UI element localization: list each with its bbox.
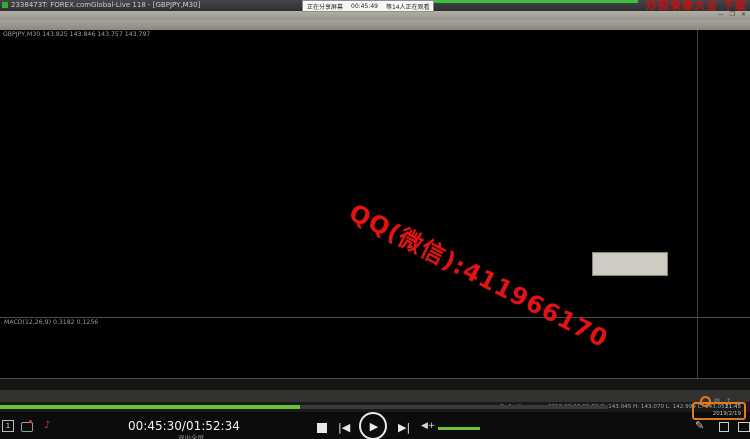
clock-date: 2019/2/19: [694, 411, 741, 418]
video-progress-bar[interactable]: [0, 405, 300, 409]
player-time: 00:45:30/01:52:34: [128, 419, 240, 433]
palette-colors[interactable]: [594, 264, 666, 274]
frame-tool-button[interactable]: [719, 422, 729, 432]
palette-tools[interactable]: [594, 254, 666, 264]
sharing-border-strip: [434, 0, 638, 3]
participant-badge[interactable]: 1: [2, 420, 14, 432]
price-axis: [697, 30, 750, 378]
chart-tab-bar: [0, 390, 750, 402]
taskbar-clock: 21:45 2019/2/19: [692, 402, 746, 420]
indicator-separator: [0, 317, 750, 318]
previous-button[interactable]: |◀: [338, 421, 350, 434]
macd-indicator-label: MACD(12,26,9) 0.3182 0.1256: [4, 319, 98, 326]
play-icon: ▶: [370, 420, 378, 433]
app-icon: [2, 2, 8, 8]
stop-button[interactable]: [317, 423, 327, 433]
exit-fullscreen-label[interactable]: 退出全屏: [178, 432, 204, 439]
chat-icon[interactable]: [21, 422, 33, 432]
volume-icon[interactable]: ◀+: [421, 421, 435, 431]
menu-bar: [0, 11, 750, 20]
muted-audio-icon[interactable]: ♪: [44, 420, 50, 431]
sharing-viewers: 等14人正在观看: [382, 2, 434, 11]
topright-watermark: 炒股录像大全 下载: [646, 0, 747, 13]
screen-sharing-bar: 正在分享屏幕 00:45:49 等14人正在观看: [302, 0, 434, 12]
window-title: 2338473T: FOREX.comGlobal-Live 118 - [GB…: [11, 1, 200, 9]
chart-info-line: GBPJPY,M30 143.825 143.846 143.757 143.7…: [3, 31, 150, 38]
time-axis: [0, 378, 750, 390]
pencil-tool-button[interactable]: ✎: [695, 419, 704, 432]
sharing-status-label: 正在分享屏幕: [303, 2, 347, 11]
chat-notification-dot: [29, 420, 32, 423]
trading-app-screen: 2338473T: FOREX.comGlobal-Live 118 - [GB…: [0, 0, 750, 439]
sharing-timer: 00:45:49: [347, 3, 382, 10]
next-button[interactable]: ▶|: [398, 421, 410, 434]
play-button[interactable]: ▶: [359, 412, 387, 439]
video-progress-track[interactable]: [300, 405, 608, 409]
toolbar: [0, 20, 750, 31]
toolbox-button[interactable]: [738, 422, 750, 432]
annotation-palette[interactable]: [592, 252, 668, 276]
volume-slider[interactable]: [438, 427, 480, 430]
